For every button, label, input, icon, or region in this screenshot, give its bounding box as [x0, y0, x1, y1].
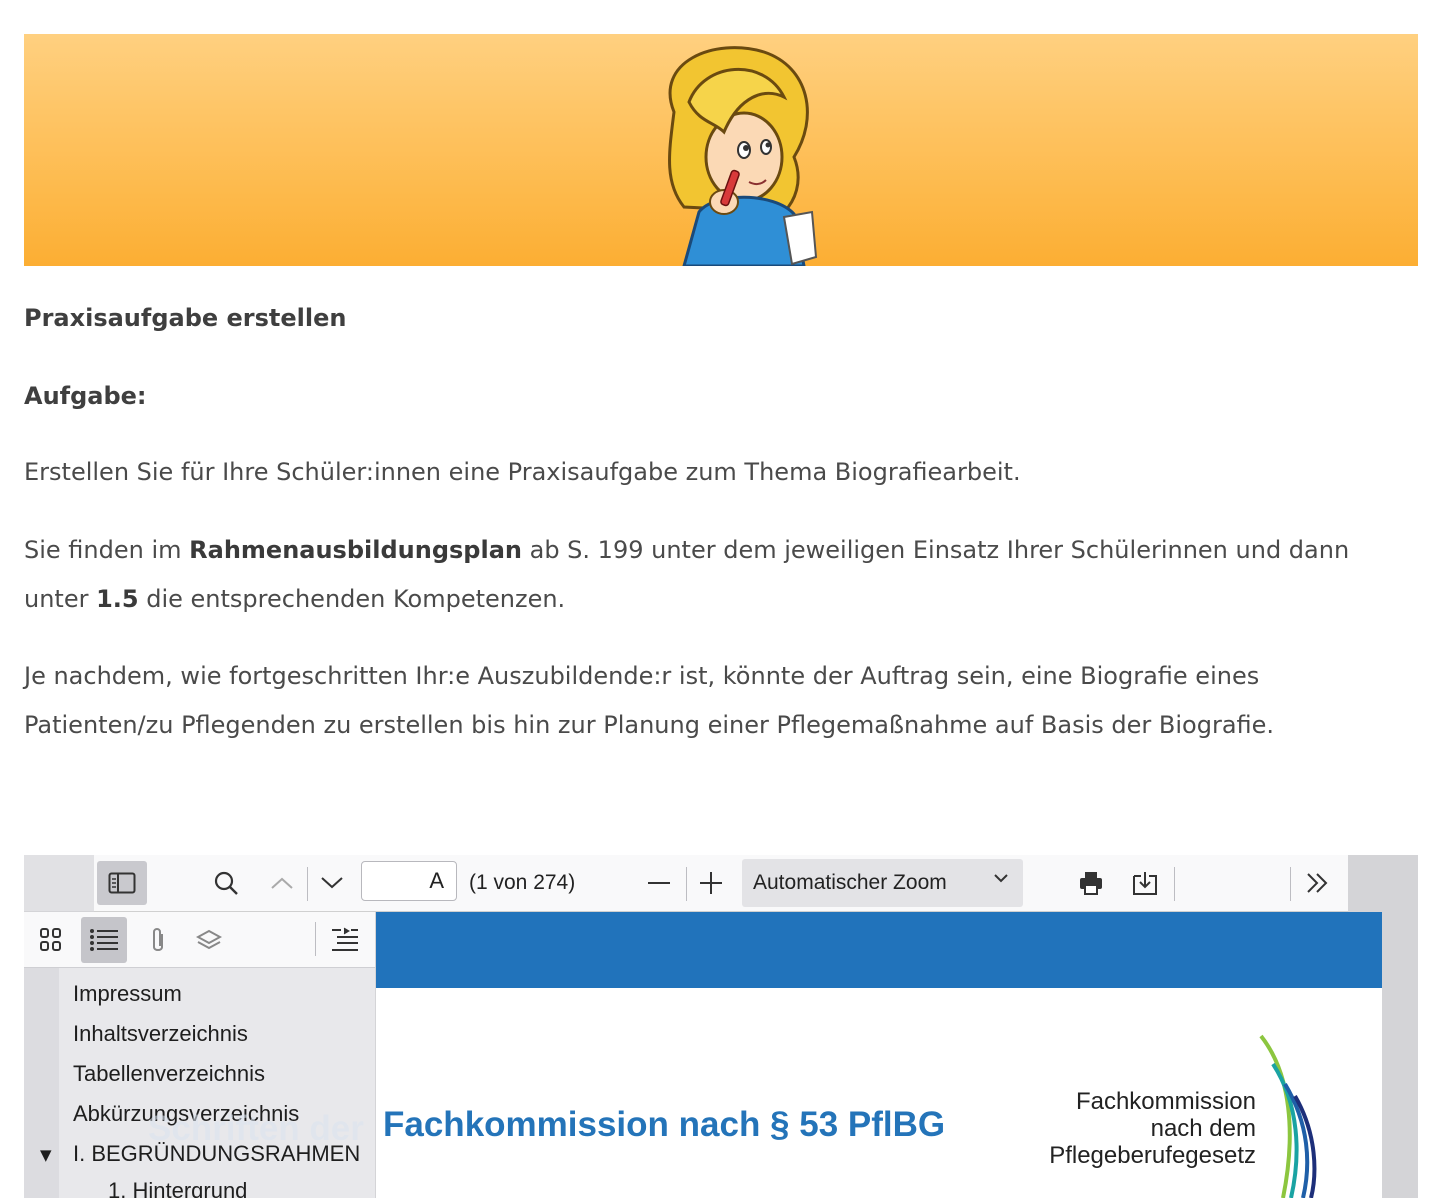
task-label: Aufgabe:	[24, 382, 147, 410]
layers-icon	[196, 929, 222, 950]
thumbnails-button[interactable]	[28, 917, 74, 963]
search-icon	[214, 871, 238, 895]
outline-options-icon	[332, 927, 358, 951]
section-number-bold: 1.5	[96, 585, 139, 613]
expand-arrow-icon[interactable]: ▼	[40, 1146, 52, 1164]
chevron-down-icon	[321, 877, 343, 889]
zoom-in-button[interactable]	[691, 861, 731, 905]
toolbar-separator	[686, 867, 687, 901]
toolbar-separator	[307, 867, 308, 901]
pdf-page-area: Fachkommission nach § 53 PflBG Fachkommi…	[376, 912, 1418, 1198]
illustration-woman-thinking	[668, 46, 818, 266]
page-count-label: (1 von 274)	[469, 871, 576, 894]
next-page-button[interactable]	[310, 861, 354, 905]
previous-page-button[interactable]	[260, 861, 304, 905]
outline-tree: Impressum Inhaltsverzeichnis Tabellenver…	[24, 968, 375, 1198]
attachments-button[interactable]	[135, 917, 181, 963]
pdf-logo-text: Fachkommission nach dem Pflegeberufegese…	[1049, 1088, 1256, 1169]
search-button[interactable]	[94, 861, 138, 905]
zoom-select-value: Automatischer Zoom	[753, 871, 947, 894]
toolbar-separator	[1174, 867, 1175, 901]
toolbar-separator	[315, 922, 316, 956]
p2-text: ab S. 199 unter dem jeweiligen Einsatz I…	[521, 536, 1350, 564]
outline-item[interactable]: Impressum	[73, 981, 182, 1007]
paperclip-icon	[153, 928, 163, 951]
plus-icon	[700, 872, 722, 894]
pdf-title: Fachkommission nach § 53 PflBG	[383, 1105, 946, 1144]
paragraph-2: Sie finden im Rahmenausbildungsplan ab S…	[24, 526, 1424, 624]
logo-line: nach dem	[1150, 1115, 1256, 1142]
p3-line-2: Patienten/zu Pflegenden zu erstellen bis…	[24, 711, 1275, 739]
minus-icon	[648, 882, 670, 884]
outline-button[interactable]	[81, 917, 127, 963]
outline-options-button[interactable]	[322, 917, 368, 963]
p2-text: die entsprechenden Kompetenzen.	[138, 585, 566, 613]
tools-menu-button[interactable]	[1294, 861, 1340, 905]
toolbar-separator	[1290, 867, 1291, 901]
paragraph-1: Erstellen Sie für Ihre Schüler:innen ein…	[24, 458, 1021, 486]
print-icon	[1080, 872, 1102, 895]
p3-line-1: Je nachdem, wie fortgeschritten Ihr:e Au…	[24, 662, 1260, 690]
paragraph-3: Je nachdem, wie fortgeschritten Ihr:e Au…	[24, 652, 1424, 750]
p2-text: Sie finden im	[24, 536, 190, 564]
find-button[interactable]	[204, 861, 248, 905]
list-icon	[90, 929, 118, 951]
layers-button[interactable]	[186, 917, 232, 963]
pdf-ghost-title: Schriften der	[148, 1109, 364, 1148]
outline-item[interactable]: Tabellenverzeichnis	[73, 1061, 265, 1087]
header-banner	[24, 34, 1418, 266]
download-icon	[1133, 872, 1157, 895]
toolbar-left-gap	[24, 855, 94, 911]
print-button[interactable]	[1068, 861, 1114, 905]
outline-item[interactable]: 1. Hintergrund	[108, 1178, 247, 1198]
chevron-down-icon	[994, 874, 1008, 883]
pdf-toolbar: (1 von 274) Automatischer Zoom	[94, 855, 1348, 912]
zoom-out-button[interactable]	[639, 861, 679, 905]
thumbnails-icon	[40, 928, 61, 951]
page-heading: Praxisaufgabe erstellen	[24, 304, 347, 332]
logo-line: Pflegeberufegesetz	[1049, 1142, 1256, 1169]
chevron-up-icon	[271, 877, 293, 889]
pdf-header-band	[376, 912, 1382, 988]
pdf-page: Fachkommission nach § 53 PflBG Fachkommi…	[376, 912, 1382, 1198]
download-button[interactable]	[1122, 861, 1168, 905]
fachkommission-logo-icon	[1259, 1034, 1317, 1198]
page-number-input[interactable]	[361, 861, 457, 901]
outline-item[interactable]: Inhaltsverzeichnis	[73, 1021, 248, 1047]
logo-line: Fachkommission	[1075, 1088, 1256, 1115]
double-chevron-right-icon	[1307, 873, 1328, 893]
rahmenausbildungsplan-bold: Rahmenausbildungsplan	[189, 536, 522, 564]
p2-text: unter	[24, 585, 97, 613]
sidebar-toolbar	[24, 912, 375, 968]
zoom-select[interactable]: Automatischer Zoom	[742, 859, 1023, 907]
